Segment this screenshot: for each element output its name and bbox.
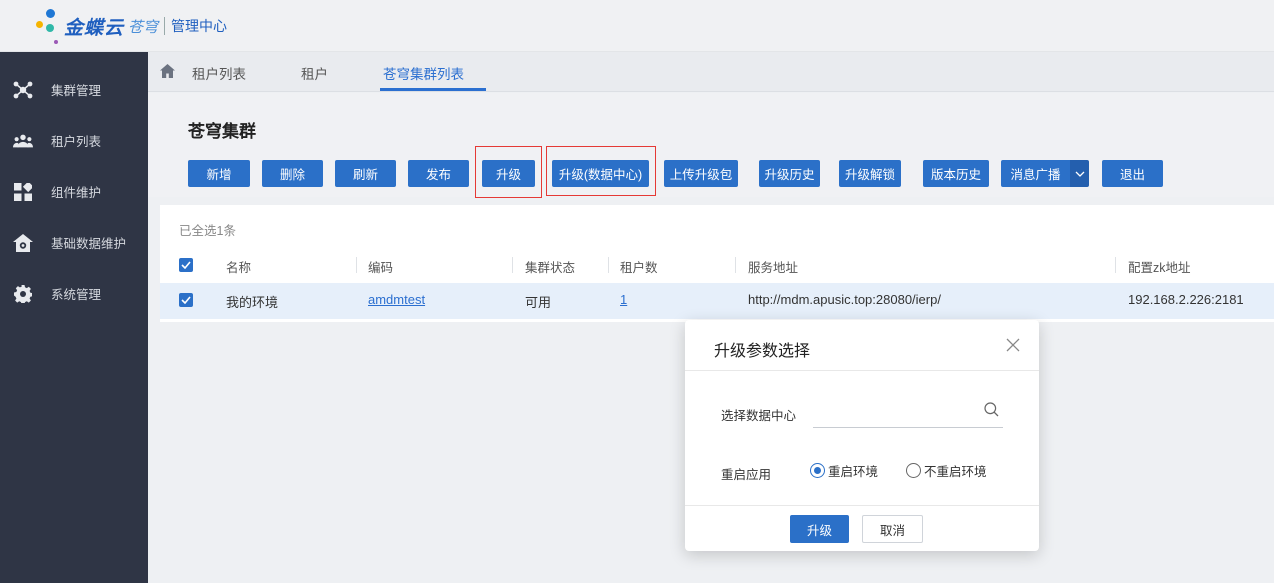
column-divider[interactable]	[512, 257, 513, 273]
dialog-header-divider	[685, 370, 1039, 371]
cluster-icon	[13, 80, 33, 100]
upgrade-unlock-button[interactable]: 升级解锁	[839, 160, 901, 187]
tab-tenant[interactable]: 租户	[301, 63, 328, 83]
restart-label: 重启应用	[721, 468, 772, 482]
confirm-upgrade-button[interactable]: 升级	[790, 515, 849, 543]
row-checkbox[interactable]	[179, 293, 193, 307]
version-history-button[interactable]: 版本历史	[923, 160, 989, 187]
exit-button[interactable]: 退出	[1102, 160, 1163, 187]
sidebar-item-cluster[interactable]: 集群管理	[0, 64, 148, 115]
tab-bar: 租户列表 租户 苍穹集群列表	[148, 52, 1274, 92]
column-header-tenants[interactable]: 租户数	[620, 257, 658, 276]
upgrade-params-dialog: 升级参数选择 选择数据中心 重启应用 重启环境 不重启环境 升级 取消	[685, 320, 1039, 551]
module-name: 管理中心	[171, 18, 228, 34]
publish-button[interactable]: 发布	[408, 160, 469, 187]
column-header-status[interactable]: 集群状态	[525, 257, 575, 276]
search-icon[interactable]	[984, 402, 999, 420]
tab-tenant-list[interactable]: 租户列表	[192, 63, 246, 83]
sidebar-item-components[interactable]: 组件维护	[0, 166, 148, 217]
close-icon[interactable]	[1006, 338, 1020, 352]
sidebar-item-basedata[interactable]: 基础数据维护	[0, 217, 148, 268]
cell-service-url: http://mdm.apusic.top:28080/ierp/	[748, 292, 941, 307]
logo-mark-icon	[36, 7, 62, 45]
house-gear-icon	[13, 233, 33, 253]
sidebar-item-label: 系统管理	[51, 288, 102, 302]
column-header-name[interactable]: 名称	[226, 257, 251, 276]
upload-package-button[interactable]: 上传升级包	[664, 160, 738, 187]
sidebar-item-label: 基础数据维护	[51, 237, 127, 251]
refresh-button[interactable]: 刷新	[335, 160, 396, 187]
dialog-footer-divider	[685, 505, 1039, 506]
check-icon	[181, 261, 191, 269]
top-bar: 金蝶云 苍穹 管理中心	[0, 0, 1274, 52]
home-icon[interactable]	[160, 64, 175, 81]
app-logo[interactable]: 金蝶云 苍穹 管理中心	[36, 6, 227, 46]
sidebar-item-label: 组件维护	[51, 186, 102, 200]
broadcast-dropdown[interactable]	[1070, 160, 1089, 187]
column-header-zk[interactable]: 配置zk地址	[1128, 257, 1191, 276]
radio-no-restart[interactable]: 不重启环境	[906, 461, 987, 480]
table-row[interactable]	[160, 283, 1274, 319]
sidebar: 集群管理 租户列表 组件维护 基础数据维护 系统管理	[0, 52, 148, 583]
page-header: 苍穹集群 新增 删除 刷新 发布 升级 升级(数据中心) 上传升级包 升级历史 …	[148, 93, 1274, 197]
logo-divider	[164, 17, 166, 35]
cluster-table: 已全选1条 名称 编码 集群状态 租户数 服务地址 配置zk地址 我的环境 am…	[160, 205, 1274, 322]
cell-zk: 192.168.2.226:2181	[1128, 292, 1244, 307]
radio-selected-icon	[810, 463, 825, 478]
cell-name: 我的环境	[226, 295, 279, 310]
page-title: 苍穹集群	[188, 122, 256, 141]
grid-icon	[13, 182, 33, 202]
cell-code-link[interactable]: amdmtest	[368, 292, 425, 307]
radio-unselected-icon	[906, 463, 921, 478]
chevron-down-icon	[1075, 171, 1084, 177]
highlight-upgrade-datacenter	[546, 146, 656, 196]
radio-restart[interactable]: 重启环境	[810, 461, 878, 480]
table-header	[160, 249, 1274, 282]
delete-button[interactable]: 删除	[262, 160, 323, 187]
sidebar-item-label: 租户列表	[51, 135, 102, 149]
column-divider[interactable]	[735, 257, 736, 273]
logo-brand-sub: 苍穹	[128, 18, 159, 36]
column-header-code[interactable]: 编码	[368, 257, 393, 276]
sidebar-item-system[interactable]: 系统管理	[0, 268, 148, 319]
upgrade-history-button[interactable]: 升级历史	[759, 160, 820, 187]
logo-brand: 金蝶云	[64, 17, 125, 39]
sidebar-item-label: 集群管理	[51, 84, 102, 98]
tab-cluster-list[interactable]: 苍穹集群列表	[383, 63, 464, 83]
check-icon	[181, 296, 191, 304]
select-all-checkbox[interactable]	[179, 258, 193, 272]
active-tab-indicator	[380, 88, 486, 91]
cancel-button[interactable]: 取消	[862, 515, 923, 543]
broadcast-button[interactable]: 消息广播	[1001, 160, 1070, 187]
radio-restart-label: 重启环境	[828, 465, 879, 479]
radio-no-restart-label: 不重启环境	[924, 465, 987, 479]
highlight-upgrade	[475, 146, 542, 198]
sidebar-item-tenants[interactable]: 租户列表	[0, 115, 148, 166]
dialog-title: 升级参数选择	[714, 343, 811, 360]
cell-tenants-link[interactable]: 1	[620, 292, 627, 307]
add-button[interactable]: 新增	[188, 160, 250, 187]
column-divider[interactable]	[1115, 257, 1116, 273]
selection-count: 已全选1条	[179, 224, 236, 238]
column-divider[interactable]	[608, 257, 609, 273]
column-divider[interactable]	[356, 257, 357, 273]
column-header-service-url[interactable]: 服务地址	[748, 257, 798, 276]
gear-icon	[13, 284, 33, 304]
datacenter-label: 选择数据中心	[721, 409, 797, 423]
cell-status: 可用	[525, 295, 552, 310]
users-icon	[13, 131, 33, 151]
datacenter-field[interactable]	[813, 398, 1003, 428]
